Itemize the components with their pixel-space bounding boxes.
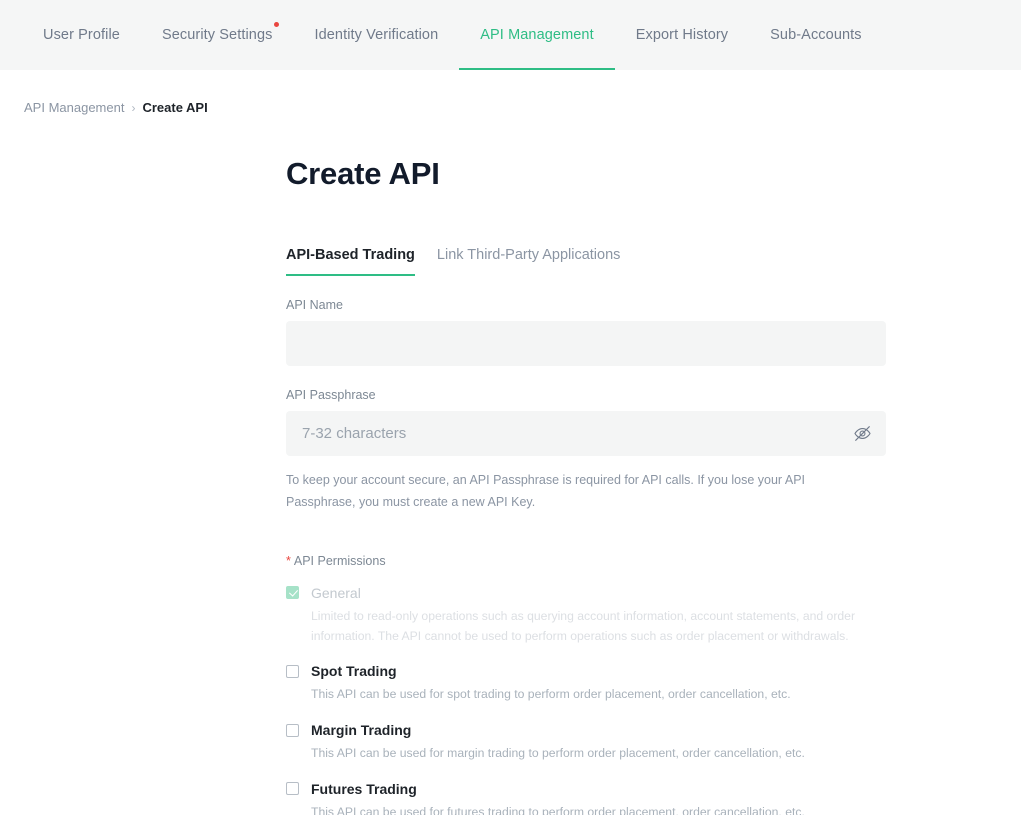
- permission-header: Futures Trading: [286, 781, 886, 797]
- checkbox-spot-trading[interactable]: [286, 664, 299, 678]
- permission-name[interactable]: Spot Trading: [311, 663, 397, 679]
- api-name-input[interactable]: [286, 321, 886, 366]
- top-navigation: User Profile Security Settings Identity Ve…: [0, 0, 1021, 70]
- main-content: Create API API-Based Trading Link Third-P…: [286, 115, 886, 815]
- api-name-field: API Name: [286, 298, 886, 366]
- permission-description: This API can be used for margin trading …: [311, 746, 805, 761]
- sub-tab-link-third-party-applications[interactable]: Link Third-Party Applications: [437, 247, 621, 276]
- nav-item-api-management[interactable]: API Management: [459, 0, 616, 70]
- api-passphrase-input-wrapper[interactable]: [286, 411, 886, 456]
- api-name-input-wrapper[interactable]: [286, 321, 886, 366]
- nav-item-user-profile[interactable]: User Profile: [22, 0, 141, 70]
- permission-row: Margin Trading This API can be used for m…: [286, 722, 886, 764]
- nav-item-label: Identity Verification: [314, 27, 439, 43]
- breadcrumb: API Management › Create API: [0, 70, 1021, 115]
- permission-header: General: [286, 585, 886, 601]
- sub-tab-api-based-trading[interactable]: API-Based Trading: [286, 247, 415, 276]
- permission-header: Spot Trading: [286, 663, 886, 679]
- api-passphrase-label: API Passphrase: [286, 388, 376, 402]
- permission-description: Limited to read-only operations such as …: [311, 608, 856, 643]
- permission-name[interactable]: Margin Trading: [311, 722, 411, 738]
- nav-item-sub-accounts[interactable]: Sub-Accounts: [749, 0, 882, 70]
- permission-description: This API can be used for spot trading to…: [311, 687, 791, 702]
- page-title: Create API: [286, 156, 440, 191]
- permissions-list: General Limited to read-only operations s…: [286, 585, 886, 815]
- sub-tabs: API-Based Trading Link Third-Party Applic…: [286, 247, 886, 276]
- breadcrumb-current-create-api: Create API: [142, 100, 208, 115]
- permission-name[interactable]: Futures Trading: [311, 781, 417, 797]
- nav-item-label: Export History: [635, 27, 729, 43]
- checkbox-general: [286, 586, 299, 600]
- breadcrumb-separator-icon: ›: [131, 100, 136, 115]
- nav-item-label: Sub-Accounts: [770, 27, 862, 43]
- nav-item-label: User Profile: [43, 27, 120, 43]
- eye-off-icon[interactable]: [852, 424, 872, 444]
- breadcrumb-link-api-management[interactable]: API Management: [24, 100, 124, 115]
- permission-row: Spot Trading This API can be used for spo…: [286, 663, 886, 705]
- passphrase-helper-text: To keep your account secure, an API Pass…: [286, 473, 806, 509]
- notification-dot-icon: [274, 22, 280, 27]
- api-name-label: API Name: [286, 298, 343, 312]
- api-permissions-label-text: API Permissions: [293, 553, 386, 568]
- permission-row: General Limited to read-only operations s…: [286, 585, 886, 647]
- nav-item-label: Security Settings: [161, 27, 273, 43]
- nav-item-identity-verification[interactable]: Identity Verification: [293, 0, 459, 70]
- nav-item-security-settings[interactable]: Security Settings: [141, 0, 294, 70]
- api-passphrase-input[interactable]: [286, 411, 886, 456]
- api-permissions-label: * API Permissions: [286, 554, 886, 568]
- api-passphrase-field: API Passphrase: [286, 388, 886, 456]
- required-asterisk: *: [286, 553, 291, 568]
- checkbox-margin-trading[interactable]: [286, 723, 299, 737]
- nav-item-export-history[interactable]: Export History: [615, 0, 749, 70]
- permission-description: This API can be used for futures trading…: [311, 804, 805, 815]
- checkbox-futures-trading[interactable]: [286, 782, 299, 796]
- permission-name: General: [311, 584, 361, 601]
- permission-row: Futures Trading This API can be used for …: [286, 781, 886, 815]
- nav-item-label: API Management: [480, 27, 594, 43]
- permission-header: Margin Trading: [286, 722, 886, 738]
